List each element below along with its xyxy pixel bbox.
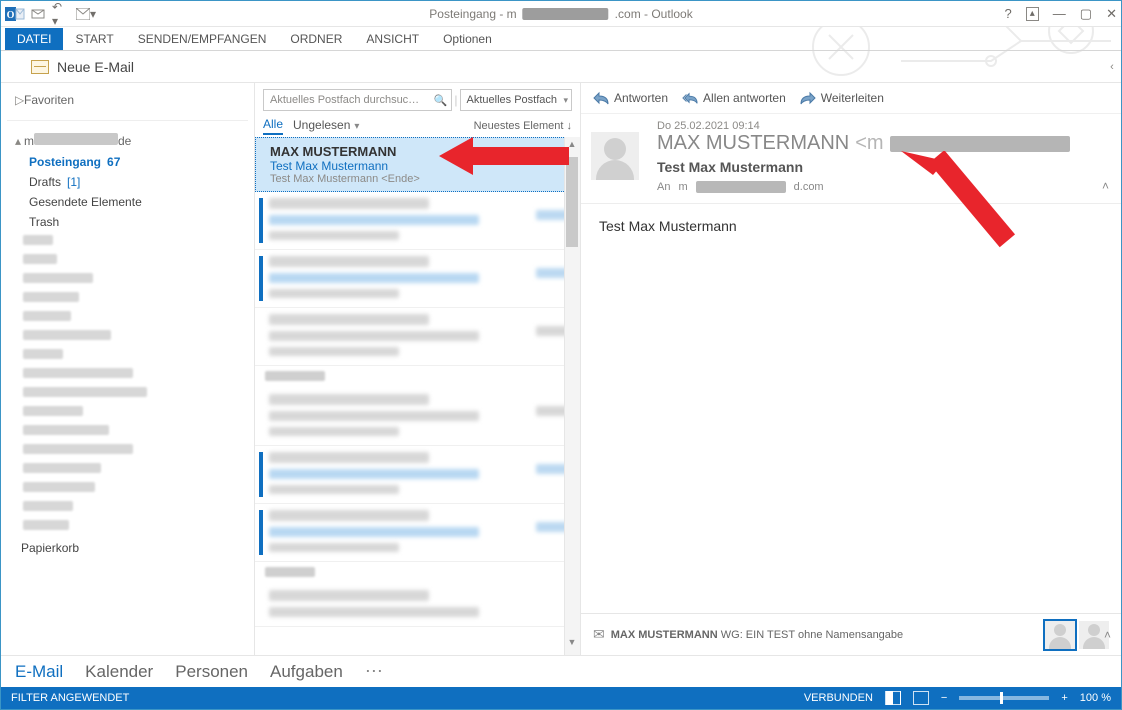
folder-drafts[interactable]: Drafts [1] xyxy=(1,172,254,192)
tab-datei[interactable]: DATEI xyxy=(5,28,63,50)
maximize-icon[interactable]: ▢ xyxy=(1080,6,1092,22)
zoom-slider[interactable] xyxy=(959,696,1049,700)
status-bar: FILTER ANGEWENDET VERBUNDEN − + 100 % xyxy=(1,687,1121,709)
close-icon[interactable]: ✕ xyxy=(1106,6,1117,22)
message-item[interactable] xyxy=(255,504,580,562)
nav-kalender[interactable]: Kalender xyxy=(85,662,153,682)
favorites-header[interactable]: ▷Favoriten xyxy=(1,87,254,111)
message-from: MAX MUSTERMANN <m xyxy=(657,132,1109,155)
nav-personen[interactable]: Personen xyxy=(175,662,248,682)
message-to: An md.com xyxy=(657,181,1109,193)
tab-ansicht[interactable]: ANSICHT xyxy=(354,28,431,50)
quick-access-toolbar: O ↶ ▾ ▾ xyxy=(1,5,99,23)
tab-start[interactable]: START xyxy=(63,28,125,50)
status-connection: VERBUNDEN xyxy=(804,692,873,704)
zoom-in-icon[interactable]: + xyxy=(1061,692,1067,704)
app-window: O ↶ ▾ ▾ Posteingang - m.com - Outlook ? … xyxy=(0,0,1122,710)
scroll-down-icon[interactable]: ▼ xyxy=(564,637,580,653)
undo-icon[interactable]: ↶ ▾ xyxy=(51,5,69,23)
search-icon[interactable]: 🔍 xyxy=(434,94,448,107)
message-list: MAX MUSTERMANN Test Max Mustermann Test … xyxy=(255,137,580,655)
send-receive-icon[interactable] xyxy=(29,5,47,23)
tab-optionen[interactable]: Optionen xyxy=(431,28,504,50)
folder-trash[interactable]: Trash xyxy=(1,212,254,232)
people-expand-icon[interactable]: ˄ xyxy=(1104,628,1111,642)
tab-senden[interactable]: SENDEN/EMPFANGEN xyxy=(126,28,279,50)
message-date: Do 25.02.2021 09:14 xyxy=(657,120,1109,132)
title-bar: O ↶ ▾ ▾ Posteingang - m.com - Outlook ? … xyxy=(1,1,1121,27)
folder-posteingang[interactable]: Posteingang 67 xyxy=(1,152,254,172)
list-tab-ungelesen[interactable]: Ungelesen xyxy=(293,118,350,134)
header-collapse-icon[interactable]: ˄ xyxy=(1102,179,1109,193)
help-icon[interactable]: ? xyxy=(1005,6,1012,21)
account-header[interactable]: ▴mde xyxy=(1,127,254,152)
svg-text:O: O xyxy=(7,10,15,21)
newmail-row: Neue E-Mail ‹ xyxy=(1,51,1121,83)
folder-gesendete[interactable]: Gesendete Elemente xyxy=(1,192,254,212)
view-reading-icon[interactable] xyxy=(913,691,929,705)
reply-all-button[interactable]: Allen antworten xyxy=(682,91,786,105)
collapse-nav-icon[interactable]: ‹ xyxy=(1103,61,1121,73)
navigation-bar: E-Mail Kalender Personen Aufgaben ⋯ xyxy=(1,655,1121,687)
view-normal-icon[interactable] xyxy=(885,691,901,705)
people-pane[interactable]: ✉ MAX MUSTERMANN WG: EIN TEST ohne Namen… xyxy=(581,613,1121,655)
message-item[interactable] xyxy=(255,250,580,308)
reply-button[interactable]: Antworten xyxy=(593,91,668,105)
message-item[interactable] xyxy=(255,388,580,446)
nav-aufgaben[interactable]: Aufgaben xyxy=(270,662,343,682)
search-input[interactable]: Aktuelles Postfach durchsuc…🔍 xyxy=(263,89,452,111)
ribbon-display-icon[interactable]: ▴ xyxy=(1026,7,1039,21)
message-item[interactable] xyxy=(255,308,580,366)
tab-ordner[interactable]: ORDNER xyxy=(278,28,354,50)
zoom-out-icon[interactable]: − xyxy=(941,692,947,704)
minimize-icon[interactable]: — xyxy=(1053,6,1066,21)
new-email-icon xyxy=(31,60,49,74)
message-subject: Test Max Mustermann xyxy=(657,159,1109,175)
status-filter: FILTER ANGEWENDET xyxy=(11,692,129,704)
nav-email[interactable]: E-Mail xyxy=(15,662,63,682)
folder-nav-pane: ▷Favoriten ▴mde Posteingang 67 Drafts [1… xyxy=(1,83,255,655)
annotation-arrow xyxy=(439,131,569,181)
message-item[interactable] xyxy=(255,584,580,627)
sender-avatar xyxy=(591,132,639,180)
message-item[interactable] xyxy=(255,446,580,504)
search-scope-dropdown[interactable]: Aktuelles Postfach xyxy=(460,89,573,111)
folder-papierkorb[interactable]: Papierkorb xyxy=(1,538,254,558)
zoom-level: 100 % xyxy=(1080,692,1111,704)
forward-button[interactable]: Weiterleiten xyxy=(800,91,884,105)
message-item[interactable] xyxy=(255,192,580,250)
outlook-logo-icon: O xyxy=(5,5,25,23)
list-scrollbar[interactable]: ▲ ▼ xyxy=(564,137,580,655)
qat-mail-icon[interactable]: ▾ xyxy=(73,5,99,23)
nav-more-icon[interactable]: ⋯ xyxy=(365,661,385,682)
annotation-arrow xyxy=(901,151,1041,271)
new-email-button[interactable]: Neue E-Mail xyxy=(21,55,144,79)
envelope-icon: ✉ xyxy=(593,626,605,643)
ribbon-tabs: DATEI START SENDEN/EMPFANGEN ORDNER ANSI… xyxy=(1,27,1121,51)
window-title: Posteingang - m.com - Outlook xyxy=(429,7,692,21)
list-tab-alle[interactable]: Alle xyxy=(263,117,283,135)
contact-avatar[interactable] xyxy=(1045,621,1075,649)
